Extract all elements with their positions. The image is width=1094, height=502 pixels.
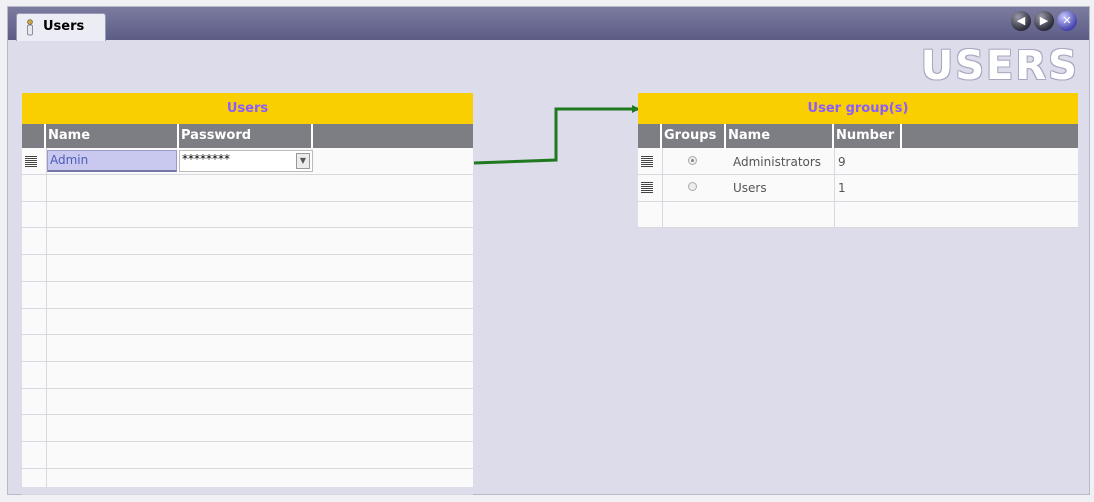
column-header-groups[interactable]: Groups bbox=[662, 124, 726, 148]
row-divider bbox=[22, 360, 473, 362]
row-selector-icon[interactable] bbox=[25, 156, 37, 167]
group-radio-selected[interactable] bbox=[688, 156, 697, 165]
chevron-down-icon[interactable]: ▼ bbox=[296, 153, 310, 169]
column-divider bbox=[834, 148, 835, 228]
row-divider bbox=[22, 307, 473, 309]
column-header-empty bbox=[313, 124, 473, 148]
row-divider bbox=[22, 494, 473, 496]
column-header-empty bbox=[902, 124, 1078, 148]
group-number-cell: 9 bbox=[838, 155, 846, 169]
group-name-cell: Administrators bbox=[733, 155, 822, 169]
row-divider bbox=[22, 467, 473, 469]
column-header-number[interactable]: Number bbox=[834, 124, 902, 148]
row-divider bbox=[22, 334, 473, 336]
row-divider bbox=[22, 280, 473, 282]
column-divider bbox=[662, 148, 663, 228]
forward-icon[interactable]: ▶ bbox=[1034, 11, 1054, 31]
row-divider bbox=[22, 414, 473, 416]
user-name-cell[interactable]: Admin bbox=[47, 150, 177, 172]
row-divider bbox=[638, 201, 1078, 202]
group-number-cell: 1 bbox=[838, 181, 846, 195]
back-icon[interactable]: ◀ bbox=[1011, 11, 1031, 31]
relation-arrow-icon bbox=[473, 105, 640, 165]
row-divider bbox=[22, 227, 473, 229]
close-icon[interactable]: ✕ bbox=[1057, 11, 1077, 31]
row-divider bbox=[22, 254, 473, 256]
group-name-cell: Users bbox=[733, 181, 767, 195]
group-radio[interactable] bbox=[688, 182, 697, 191]
users-editor-window: Users ◀ ▶ ✕ USERS Users Name Password Ad… bbox=[7, 6, 1090, 496]
row-divider bbox=[638, 174, 1078, 175]
row-header-corner bbox=[638, 124, 662, 148]
tab-label: Users bbox=[43, 19, 85, 34]
page-title: USERS bbox=[920, 43, 1079, 89]
row-divider bbox=[22, 441, 473, 442]
row-divider bbox=[22, 174, 473, 175]
tab-users[interactable]: Users bbox=[16, 13, 106, 41]
users-table-title: Users bbox=[22, 93, 473, 124]
row-divider bbox=[638, 227, 1078, 228]
row-divider bbox=[22, 387, 473, 389]
password-value: ******** bbox=[182, 152, 230, 166]
column-header-group-name[interactable]: Name bbox=[726, 124, 834, 148]
user-groups-table-title: User group(s) bbox=[638, 93, 1078, 124]
user-groups-table: User group(s) Groups Name Number Adminis… bbox=[638, 93, 1078, 228]
row-selector-icon[interactable] bbox=[641, 182, 653, 193]
column-header-password[interactable]: Password bbox=[179, 124, 313, 148]
row-divider bbox=[22, 200, 473, 202]
password-field[interactable]: ******** ▼ bbox=[179, 150, 313, 172]
users-table: Users Name Password Admin ******** ▼ bbox=[22, 93, 473, 496]
user-icon bbox=[27, 19, 33, 36]
column-divider bbox=[46, 148, 47, 487]
row-selector-icon[interactable] bbox=[641, 156, 653, 167]
row-header-corner bbox=[22, 124, 46, 148]
title-bar: Users ◀ ▶ ✕ bbox=[8, 7, 1089, 41]
column-header-name[interactable]: Name bbox=[46, 124, 179, 148]
